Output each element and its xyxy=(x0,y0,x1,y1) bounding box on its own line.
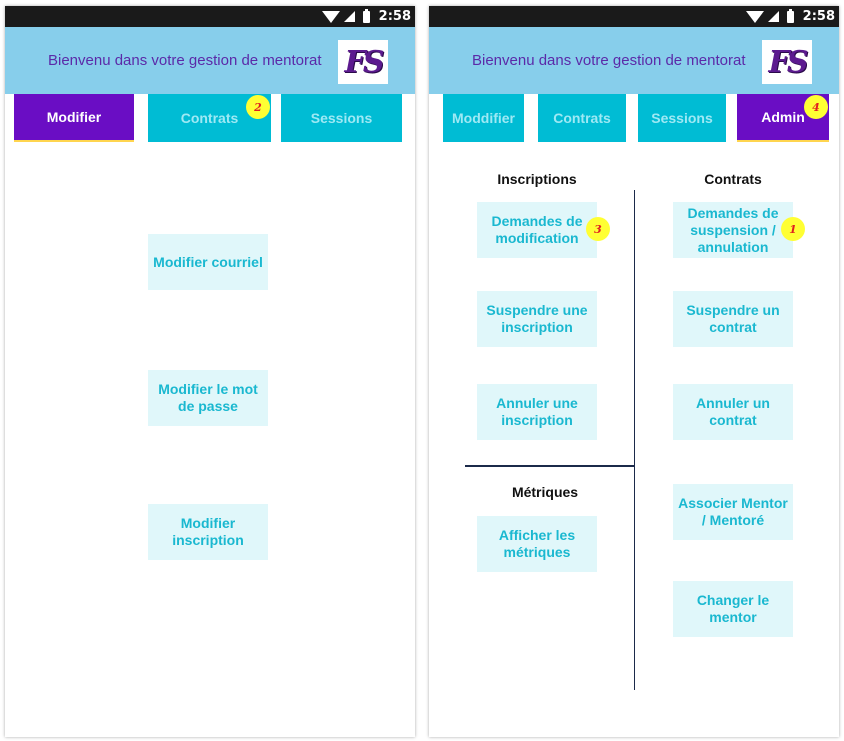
tab-moddifier[interactable]: Moddifier xyxy=(443,94,524,142)
welcome-text: Bienvenu dans votre gestion de mentorat xyxy=(472,52,746,69)
modifier-courriel-button[interactable]: Modifier courriel xyxy=(148,234,268,290)
signal-icon xyxy=(767,11,779,22)
app-bar: Bienvenu dans votre gestion de mentorat … xyxy=(5,27,415,94)
tab-sessions[interactable]: Sessions xyxy=(638,94,726,142)
welcome-text: Bienvenu dans votre gestion de mentorat xyxy=(48,52,322,69)
tab-sessions[interactable]: Sessions xyxy=(281,94,402,142)
logo-text: FS xyxy=(768,44,809,80)
modifier-mot-de-passe-button[interactable]: Modifier le mot de passe xyxy=(148,370,268,426)
status-time: 2:58 xyxy=(378,9,411,24)
status-bar: 2:58 xyxy=(429,6,839,27)
wifi-icon xyxy=(745,10,764,23)
signal-icon xyxy=(343,11,355,22)
battery-icon xyxy=(362,8,370,23)
section-divider xyxy=(465,465,634,467)
status-bar: 2:58 xyxy=(5,6,415,27)
annuler-inscription-button[interactable]: Annuler une inscription xyxy=(477,384,597,440)
badge-suspension: 1 xyxy=(781,217,805,241)
badge-modification: 3 xyxy=(586,217,610,241)
wifi-icon xyxy=(321,10,340,23)
associer-mentor-button[interactable]: Associer Mentor / Mentoré xyxy=(673,484,793,540)
app-logo: FS xyxy=(338,40,388,84)
badge-contrats: 2 xyxy=(246,95,270,119)
suspendre-inscription-button[interactable]: Suspendre une inscription xyxy=(477,291,597,347)
column-divider xyxy=(634,190,635,690)
modifier-inscription-button[interactable]: Modifier inscription xyxy=(148,504,268,560)
heading-contrats: Contrats xyxy=(704,171,762,187)
app-logo: FS xyxy=(762,40,812,84)
heading-metriques: Métriques xyxy=(511,484,579,500)
annuler-contrat-button[interactable]: Annuler un contrat xyxy=(673,384,793,440)
changer-mentor-button[interactable]: Changer le mentor xyxy=(673,581,793,637)
app-bar: Bienvenu dans votre gestion de mentorat … xyxy=(429,27,839,94)
suspendre-contrat-button[interactable]: Suspendre un contrat xyxy=(673,291,793,347)
right-phone-screen: 2:58 Bienvenu dans votre gestion de ment… xyxy=(429,6,839,737)
badge-admin: 4 xyxy=(804,95,828,119)
tab-modifier[interactable]: Modifier xyxy=(14,94,134,142)
demandes-modification-button[interactable]: Demandes de modification xyxy=(477,202,597,258)
demandes-suspension-button[interactable]: Demandes de suspension / annulation xyxy=(673,202,793,258)
tab-contrats[interactable]: Contrats xyxy=(538,94,626,142)
status-time: 2:58 xyxy=(802,9,835,24)
left-phone-screen: 2:58 Bienvenu dans votre gestion de ment… xyxy=(5,6,415,737)
battery-icon xyxy=(786,8,794,23)
heading-inscriptions: Inscriptions xyxy=(497,171,577,187)
afficher-metriques-button[interactable]: Afficher les métriques xyxy=(477,516,597,572)
logo-text: FS xyxy=(344,44,385,80)
